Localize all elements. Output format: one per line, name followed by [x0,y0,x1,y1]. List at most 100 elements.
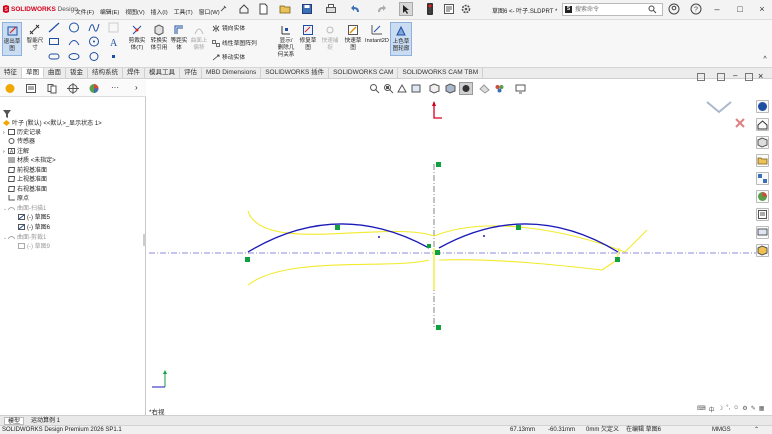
instant2d-button[interactable]: Instant2D [364,22,390,56]
line-icon[interactable] [48,22,60,33]
tree-item-sensors[interactable]: 传感器 [8,138,35,147]
menu-window[interactable]: 窗口(W) [199,7,220,16]
user-account-icon[interactable] [668,3,680,15]
reference-curve-lower-right[interactable] [438,259,603,271]
point-icon[interactable] [108,51,120,62]
3d-content-icon[interactable] [756,244,769,257]
tab-mold-tools[interactable]: 模具工具 [145,68,180,78]
tree-item-surface-sweep[interactable]: ⌄ 曲面-扫描1 [3,205,46,214]
filter-icon[interactable] [3,110,11,118]
mirror-entities-button[interactable]: 镜向实体 [212,25,272,34]
collapse-ribbon-icon[interactable]: ^ [761,56,769,64]
tree-item-history[interactable]: › 历史记录 [3,129,41,138]
sketch-endpoint-right[interactable] [615,257,620,262]
linear-pattern-button[interactable]: 线性草图阵列 [212,40,276,49]
tray-punct-icon[interactable]: °, [726,405,730,414]
help-icon[interactable]: ? [690,3,702,15]
rapid-sketch-button[interactable]: 快速草 图 [342,22,364,56]
reference-curve-lower-left[interactable] [247,259,430,286]
panel-splitter[interactable] [143,234,146,246]
menu-edit[interactable]: 编辑(E) [100,7,119,16]
menu-tools[interactable]: 工具(T) [174,7,193,16]
tab-motion-study[interactable]: 运动算例 1 [28,417,63,425]
circle-icon[interactable] [68,22,80,33]
tray-tools-icon[interactable]: ✎ [751,405,756,414]
menu-file[interactable]: 文件(F) [75,7,94,16]
search-box[interactable]: S [562,3,663,16]
dimxpert-tab-icon[interactable] [67,83,79,94]
custom-properties-icon[interactable] [756,208,769,221]
tree-item-sketch5[interactable]: (-) 草图5 [18,214,50,223]
tab-structure-system[interactable]: 结构系统 [88,68,123,78]
arc-midpoint-left[interactable] [335,225,340,230]
expand-panel-icon[interactable]: › [135,83,143,94]
tree-item-annotations[interactable]: › A 注解 [3,148,29,157]
tab-weldments[interactable]: 焊件 [123,68,145,78]
status-units[interactable]: MMGS [712,426,731,434]
tree-item-front-plane[interactable]: 前视基准面 [8,167,47,176]
open-folder-icon[interactable] [279,3,291,15]
sketch-endpoint-top[interactable] [436,162,441,167]
tree-item-right-plane[interactable]: 右视基准面 [8,186,47,195]
sketch-endpoint-center-left[interactable] [427,244,431,248]
design-library-icon[interactable] [756,136,769,149]
arc-icon[interactable] [68,36,80,47]
arc-midpoint-right[interactable] [516,225,521,230]
arc-center-mark[interactable] [378,236,380,238]
polygon-icon[interactable] [88,36,100,47]
arc-center-mark[interactable] [483,235,485,237]
feature-manager-tab-icon[interactable] [4,83,16,94]
redo-icon[interactable] [375,3,387,15]
tab-model[interactable]: 模型 [4,417,25,425]
display-relations-button[interactable]: 显示/ 删除几 何关系 [275,22,297,66]
status-options-icon[interactable]: ⌃ [754,426,759,434]
tray-smile-icon[interactable]: ☺ [733,405,739,414]
offset-on-surface-button[interactable]: 曲面上 偏移 [188,22,210,56]
exit-sketch-button[interactable]: 退出草 图 [2,22,22,56]
maximize-icon[interactable]: □ [735,4,745,14]
search-icon[interactable] [648,5,657,14]
solidworks-resources-icon[interactable] [756,100,769,113]
save-icon[interactable] [301,3,313,15]
options-gear-icon[interactable] [460,3,472,15]
ellipse-icon[interactable] [68,51,80,62]
text-tool-icon[interactable] [108,22,120,33]
search-input[interactable] [575,5,645,14]
new-document-icon[interactable] [257,3,269,15]
tab-sheet-metal[interactable]: 钣金 [66,68,88,78]
tab-sketch[interactable]: 草图 [22,68,44,78]
tree-item-sketch6[interactable]: (-) 草图6 [18,224,50,233]
appearances-icon[interactable] [756,190,769,203]
trim-entities-button[interactable]: 剪裁实 体(T) [125,22,149,56]
reference-line-tip-1[interactable] [624,229,648,253]
solidworks-forum-icon[interactable] [756,226,769,239]
quick-snaps-button[interactable]: 快速捕 捉 [319,22,341,56]
sketch-endpoint-left[interactable] [245,257,250,262]
tree-item-surface-trim[interactable]: ⌄ 曲面-剪裁1 [3,234,46,243]
tab-solidworks-addins[interactable]: SOLIDWORKS 插件 [261,68,330,78]
tree-root[interactable]: 叶子 (默认) <<默认>_显示状态 1> [3,120,102,129]
configuration-manager-tab-icon[interactable] [46,83,58,94]
tray-ime-icon[interactable]: 中 [709,405,715,414]
print-icon[interactable] [325,3,337,15]
close-icon[interactable]: × [757,4,767,14]
rectangle-icon[interactable] [48,36,60,47]
select-pointer-icon[interactable] [399,2,413,16]
tab-evaluate[interactable]: 评估 [180,68,202,78]
slot-icon[interactable] [48,51,60,62]
fillet-icon[interactable] [88,51,100,62]
tray-grid-icon[interactable]: ▦ [759,405,765,414]
sketch-endpoint-center[interactable] [435,250,440,255]
tab-mbd-dimensions[interactable]: MBD Dimensions [202,68,262,78]
repair-sketch-button[interactable]: 修复草 图 [297,22,319,56]
confirmation-corner-accept-icon[interactable] [705,100,733,114]
pin-icon[interactable] [219,5,227,13]
more-tabs-icon[interactable]: ··· [109,83,121,94]
tray-moon-icon[interactable]: ☽ [718,405,723,414]
shaded-sketch-contours-button[interactable]: 上色草 图轮廓 [390,22,412,56]
reference-curve-upper-right[interactable] [433,225,626,253]
home-icon[interactable] [238,3,250,15]
minimize-icon[interactable]: – [712,4,722,14]
graphics-area[interactable]: – × *右视 ⌨ 中 ☽ °, ☺ ⚙ ✎ ▦ [147,71,772,416]
undo-icon[interactable] [350,3,362,15]
